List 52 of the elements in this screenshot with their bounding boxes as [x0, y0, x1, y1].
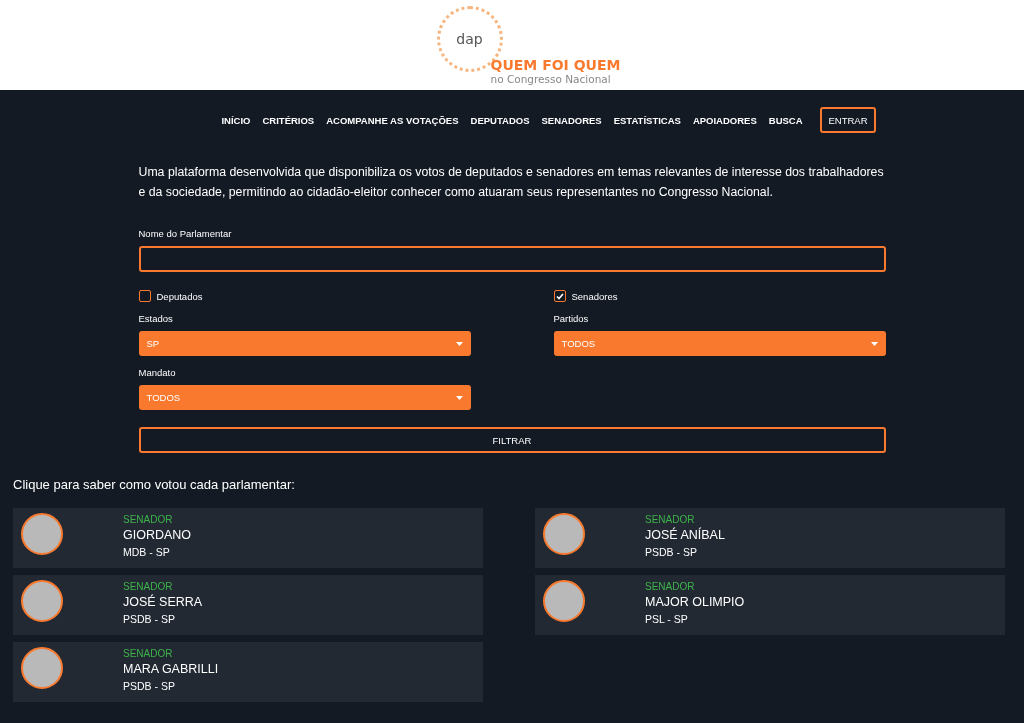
parliamentarian-name: MARA GABRILLI: [123, 661, 219, 678]
nav-link[interactable]: SENADORES: [541, 114, 602, 126]
parliamentarian-card[interactable]: SENADOR GIORDANO MDB - SP: [13, 508, 483, 568]
parliamentarian-card[interactable]: SENADOR MARA GABRILLI PSDB - SP: [13, 642, 483, 702]
field-label: Partidos: [553, 313, 590, 324]
field-label: Nome do Parlamentar: [138, 228, 233, 239]
checkbox[interactable]: [553, 290, 566, 302]
party-label: PSDB - SP: [645, 545, 698, 560]
nav-link[interactable]: CRITÉRIOS: [262, 114, 315, 126]
photo-placeholder: [543, 580, 585, 622]
field-label: Estados: [138, 313, 174, 324]
photo-placeholder: [21, 580, 63, 622]
logo-subtitle: no Congresso Nacional: [490, 73, 612, 85]
party-label: MDB - SP: [123, 545, 171, 560]
intro-text: Uma plataforma desenvolvida que disponibiliza os votos de deputados e senadores em temas relevantes de interesse dos trabalhadores e da sociedade, permitindo ao cidadão-eleitor conhecer como atuaram seus representantes no Congresso Nacional.: [138, 164, 885, 201]
nav-link[interactable]: INÍCIO: [221, 114, 251, 126]
photo-placeholder: [543, 513, 585, 555]
logo-mark: dap: [456, 31, 483, 47]
parliamentarian-name: JOSÉ SERRA: [123, 593, 203, 611]
photo-placeholder: [21, 647, 63, 689]
field-label: Mandato: [138, 367, 177, 378]
role-label: SENADOR: [123, 513, 174, 526]
parliamentarian-name: GIORDANO: [123, 527, 192, 544]
party-label: PSL - SP: [645, 612, 689, 627]
checkbox-label: Deputados: [156, 290, 203, 302]
filter-button[interactable]: FILTRAR: [138, 427, 886, 453]
name-input-field[interactable]: [138, 246, 886, 272]
nav-link[interactable]: BUSCA: [768, 114, 803, 126]
role-label: SENADOR: [123, 647, 174, 660]
parliamentarian-card[interactable]: SENADOR JOSÉ ANÍBAL PSDB - SP: [535, 508, 1005, 568]
logo-title: QUEM FOI QUEM: [490, 58, 621, 73]
nav-link[interactable]: DEPUTADOS: [470, 114, 530, 126]
role-label: SENADOR: [645, 513, 696, 526]
photo-placeholder: [21, 513, 63, 555]
caret-icon: [870, 341, 878, 346]
checkbox[interactable]: [138, 290, 151, 302]
party-label: PSDB - SP: [123, 679, 176, 694]
checkbox-label: Senadores: [571, 290, 618, 302]
login-button[interactable]: ENTRAR: [820, 107, 876, 133]
parliamentarian-name: JOSÉ ANÍBAL: [645, 526, 725, 544]
caret-icon: [455, 395, 463, 400]
caret-icon: [455, 341, 463, 346]
nav-link[interactable]: ACOMPANHE AS VOTAÇÕES: [326, 114, 459, 126]
role-label: SENADOR: [645, 580, 696, 593]
parliamentarian-card[interactable]: SENADOR MAJOR OLIMPIO PSL - SP: [535, 575, 1005, 635]
nav-link[interactable]: APOIADORES: [692, 114, 757, 126]
results-title: Clique para saber como votou cada parlamentar:: [13, 477, 296, 492]
nav-link[interactable]: ESTATÍSTICAS: [613, 114, 681, 126]
parliamentarian-name: MAJOR OLIMPIO: [645, 594, 745, 611]
parliamentarian-card[interactable]: SENADOR JOSÉ SERRA PSDB - SP: [13, 575, 483, 635]
role-label: SENADOR: [123, 580, 174, 593]
party-label: PSDB - SP: [123, 612, 176, 627]
